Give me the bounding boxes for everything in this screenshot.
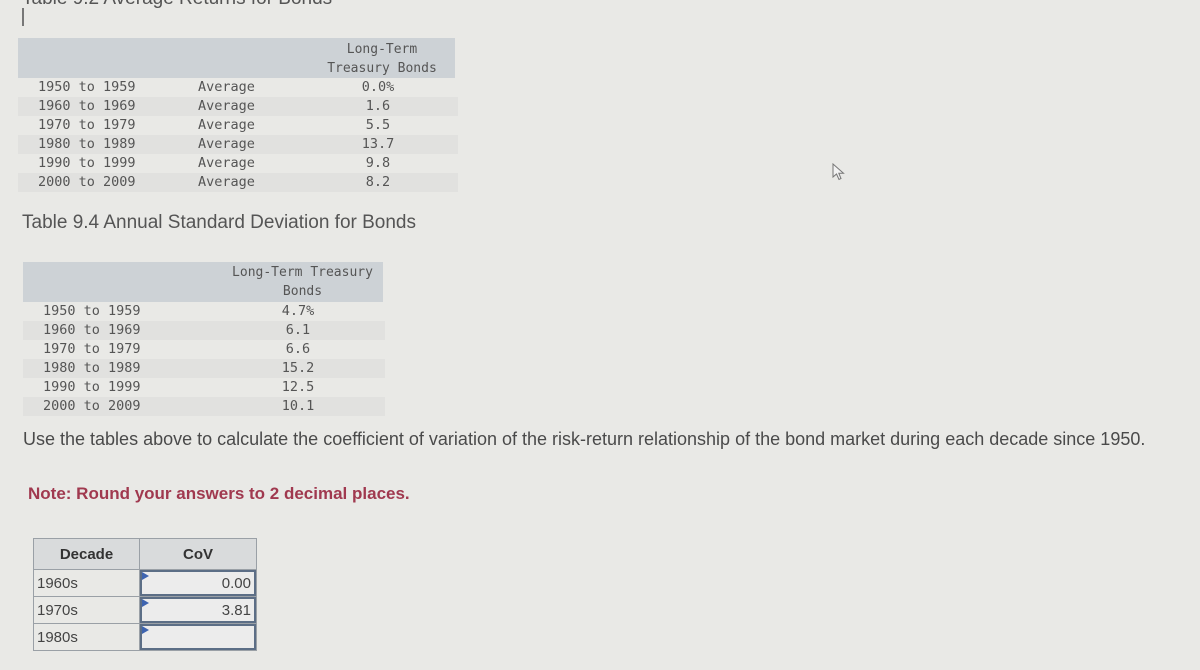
divider: [22, 8, 24, 26]
period-cell: 1960 to 1969: [43, 322, 141, 338]
table-row: 1980 to 1989 Average 13.7: [18, 135, 458, 154]
period-cell: 1950 to 1959: [43, 303, 141, 319]
value-cell: 4.7%: [281, 303, 315, 319]
answer-table: Decade CoV 1960s 1970s 1980s: [33, 538, 257, 651]
answer-row: 1970s: [33, 596, 257, 624]
label-cell: Average: [198, 117, 255, 133]
table-row: 1980 to 1989 15.2: [23, 359, 385, 378]
table-9-4-column-header: Long-Term Treasury Bonds: [215, 263, 390, 301]
cov-cell: [139, 569, 257, 597]
cov-input-1980s[interactable]: [140, 624, 256, 650]
decade-header: Decade: [33, 538, 140, 570]
label-cell: Average: [198, 98, 255, 114]
label-cell: Average: [198, 174, 255, 190]
period-cell: 1990 to 1999: [43, 379, 141, 395]
decade-cell: 1970s: [33, 596, 140, 624]
header-line-1: Long-Term: [346, 42, 418, 57]
label-cell: Average: [198, 155, 255, 171]
period-cell: 1980 to 1989: [38, 136, 136, 152]
value-cell: 6.6: [285, 341, 311, 357]
cov-header: CoV: [139, 538, 257, 570]
value-cell: 9.8: [365, 155, 391, 171]
label-cell: Average: [198, 79, 255, 95]
table-row: 2000 to 2009 Average 8.2: [18, 173, 458, 192]
decade-cell: 1960s: [33, 569, 140, 597]
header-line-2: Treasury Bonds: [327, 61, 437, 76]
question-text: Use the tables above to calculate the co…: [23, 429, 1146, 449]
value-cell: 13.7: [361, 136, 395, 152]
cov-cell: [139, 596, 257, 624]
mouse-cursor-icon: [832, 163, 845, 181]
table-row: 1990 to 1999 Average 9.8: [18, 154, 458, 173]
period-cell: 1990 to 1999: [38, 155, 136, 171]
table-9-2-title: Table 9.2 Average Returns for Bonds: [22, 0, 332, 10]
value-cell: 10.1: [281, 398, 315, 414]
cov-cell: [139, 623, 257, 651]
period-cell: 2000 to 2009: [38, 174, 136, 190]
table-row: 1950 to 1959 Average 0.0%: [18, 78, 458, 97]
value-cell: 15.2: [281, 360, 315, 376]
table-row: 1990 to 1999 12.5: [23, 378, 385, 397]
table-row: 1950 to 1959 4.7%: [23, 302, 385, 321]
rounding-note: Note: Round your answers to 2 decimal pl…: [28, 484, 410, 503]
value-cell: 1.6: [365, 98, 391, 114]
value-cell: 0.0%: [361, 79, 395, 95]
table-9-4-title: Table 9.4 Annual Standard Deviation for …: [22, 212, 416, 233]
table-row: 1960 to 1969 Average 1.6: [18, 97, 458, 116]
table-row: 2000 to 2009 10.1: [23, 397, 385, 416]
answer-row: 1960s: [33, 569, 257, 597]
period-cell: 1980 to 1989: [43, 360, 141, 376]
cov-input-1960s[interactable]: [140, 570, 256, 596]
answer-row: 1980s: [33, 623, 257, 651]
table-row: 1970 to 1979 Average 5.5: [18, 116, 458, 135]
cov-input-1970s[interactable]: [140, 597, 256, 623]
flag-icon: [142, 572, 149, 580]
value-cell: 12.5: [281, 379, 315, 395]
period-cell: 2000 to 2009: [43, 398, 141, 414]
value-cell: 5.5: [365, 117, 391, 133]
header-line-2: Bonds: [282, 284, 323, 299]
flag-icon: [142, 599, 149, 607]
period-cell: 1970 to 1979: [38, 117, 136, 133]
table-9-2-column-header: Long-Term Treasury Bonds: [312, 40, 452, 78]
period-cell: 1950 to 1959: [38, 79, 136, 95]
period-cell: 1970 to 1979: [43, 341, 141, 357]
flag-icon: [142, 626, 149, 634]
value-cell: 8.2: [365, 174, 391, 190]
table-row: 1970 to 1979 6.6: [23, 340, 385, 359]
decade-cell: 1980s: [33, 623, 140, 651]
answer-header-row: Decade CoV: [33, 538, 257, 570]
table-row: 1960 to 1969 6.1: [23, 321, 385, 340]
label-cell: Average: [198, 136, 255, 152]
value-cell: 6.1: [285, 322, 311, 338]
header-line-1: Long-Term Treasury: [232, 265, 373, 280]
period-cell: 1960 to 1969: [38, 98, 136, 114]
